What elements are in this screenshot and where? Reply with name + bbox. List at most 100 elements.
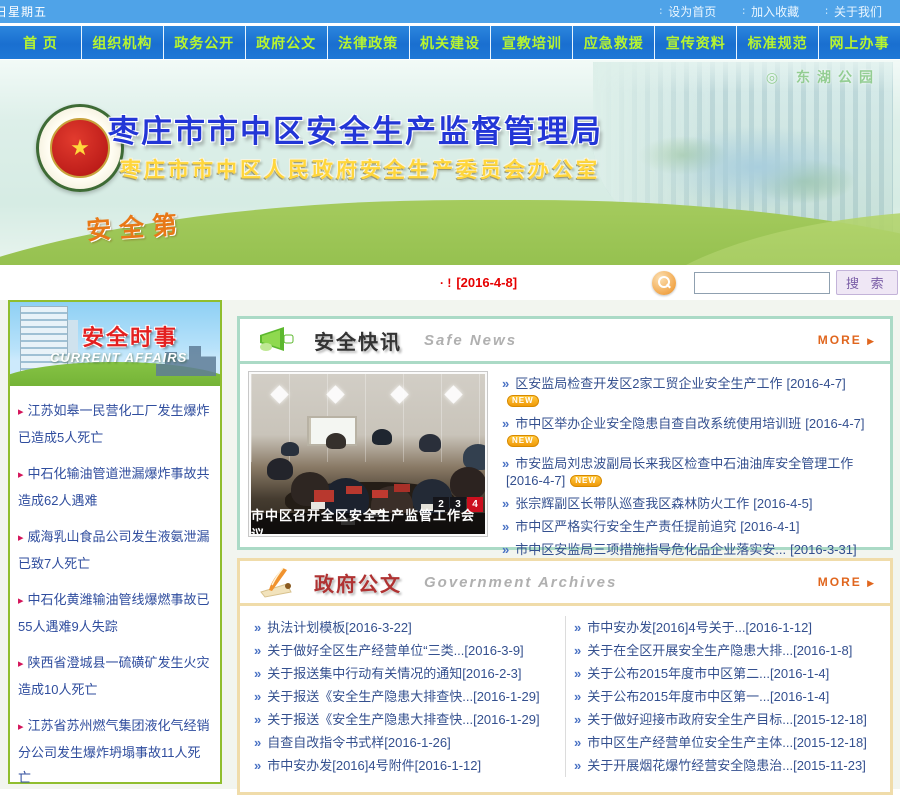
- news-item-text: 市中区举办企业安全隐患自查自改系统使用培训班: [515, 416, 801, 431]
- nav-item[interactable]: 宣教培训: [491, 26, 573, 59]
- sidebar-header-image: 安全时事 CURRENT AFFAIRS: [10, 302, 220, 386]
- news-ticker[interactable]: · ! [2016-4-8]: [440, 275, 517, 290]
- news-list-item[interactable]: »市中区举办企业安全隐患自查自改系统使用培训班[2016-4-7]NEW: [502, 412, 884, 452]
- sidebar-subtitle: CURRENT AFFAIRS: [50, 350, 187, 365]
- topbar-link[interactable]: ∶ 设为首页: [659, 3, 716, 20]
- news-photo-slideshow[interactable]: 2 3 4 市中区召开全区安全生产监管工作会议: [248, 371, 488, 537]
- doc-list-item[interactable]: »关于公布2015年度市中区第一...[2016-1-4]: [574, 685, 876, 708]
- sidebar-news-item[interactable]: ▸中石化黄潍输油管线爆燃事故已55人遇难9人失踪: [18, 587, 212, 639]
- sidebar-news-text: 中石化黄潍输油管线爆燃事故已55人遇难9人失踪: [18, 592, 210, 634]
- nav-item[interactable]: 宣传资料: [655, 26, 737, 59]
- section-safe-news: 安全快讯 Safe News MORE ▶ 2: [237, 316, 893, 550]
- date-text: 日星期五: [0, 3, 47, 20]
- doc-item-text: 市中安办发[2016]4号关于...: [587, 620, 745, 635]
- safe-news-more-link[interactable]: MORE ▶: [818, 333, 876, 347]
- nav-item[interactable]: 网上办事: [819, 26, 900, 59]
- doc-item-text: 关于开展烟花爆竹经营安全隐患治...: [587, 758, 793, 773]
- news-list-item[interactable]: »市安监局刘忠波副局长来我区检查中石油油库安全管理工作[2016-4-7]NEW: [502, 452, 884, 492]
- doc-item-text: 关于报送集中行动有关情况的通知: [267, 666, 462, 681]
- chevron-bullet-icon: »: [254, 712, 261, 727]
- sidebar-news-item[interactable]: ▸中石化输油管道泄漏爆炸事故共造成62人遇难: [18, 461, 212, 513]
- doc-item-text: 自查自改指令书式样: [267, 735, 384, 750]
- news-item-date: [2016-4-7]: [506, 473, 565, 488]
- top-utility-bar: 日星期五 ∶ 设为首页 ∶ 加入收藏 ∶ 关于我们: [0, 0, 900, 23]
- doc-list-item[interactable]: »关于公布2015年度市中区第二...[2016-1-4]: [574, 662, 876, 685]
- nav-item-label: 政务公开: [174, 33, 234, 53]
- quill-pen-icon: [256, 566, 300, 598]
- sidebar-news-item[interactable]: ▸威海乳山食品公司发生液氨泄漏已致7人死亡: [18, 524, 212, 576]
- nav-item[interactable]: 政府公文: [246, 26, 328, 59]
- nav-item[interactable]: 政务公开: [164, 26, 246, 59]
- more-label: MORE: [818, 575, 862, 589]
- chevron-bullet-icon: »: [254, 758, 261, 773]
- new-badge: NEW: [570, 475, 602, 487]
- topbar-link-label: 加入收藏: [751, 3, 799, 20]
- chevron-bullet-icon: »: [254, 689, 261, 704]
- topbar-link-label: 设为首页: [668, 3, 716, 20]
- doc-item-text: 执法计划模板: [267, 620, 345, 635]
- doc-list-right: »市中安办发[2016]4号关于...[2016-1-12] »关于在全区开展安…: [565, 616, 884, 777]
- sidebar-news-text: 江苏省苏州燃气集团液化气经销分公司发生爆炸坍塌事故11人死亡: [18, 718, 210, 785]
- doc-list-item[interactable]: »执法计划模板[2016-3-22]: [254, 616, 557, 639]
- topbar-link[interactable]: ∶ 加入收藏: [742, 3, 799, 20]
- sidebar-news-text: 威海乳山食品公司发生液氨泄漏已致7人死亡: [18, 529, 210, 571]
- doc-list-item[interactable]: »关于在全区开展安全生产隐患大排...[2016-1-8]: [574, 639, 876, 662]
- safe-news-subtitle: Safe News: [424, 332, 517, 349]
- doc-list-item[interactable]: »关于开展烟花爆竹经营安全隐患治...[2015-11-23]: [574, 754, 876, 777]
- nav-item[interactable]: 机关建设: [410, 26, 492, 59]
- doc-list-item[interactable]: »自查自改指令书式样[2016-1-26]: [254, 731, 557, 754]
- doc-list-item[interactable]: »关于报送集中行动有关情况的通知[2016-2-3]: [254, 662, 557, 685]
- photo-caption[interactable]: 市中区召开全区安全生产监管工作会议: [251, 513, 485, 534]
- doc-list-item[interactable]: »关于报送《安全生产隐患大排查快...[2016-1-29]: [254, 685, 557, 708]
- sidebar-news-item[interactable]: ▸江苏省苏州燃气集团液化气经销分公司发生爆炸坍塌事故11人死亡: [18, 713, 212, 790]
- safety-slogan: 安全第: [85, 205, 186, 248]
- nav-item[interactable]: 标准规范: [737, 26, 819, 59]
- gov-archives-more-link[interactable]: MORE ▶: [818, 575, 876, 589]
- doc-list-item[interactable]: »市中安办发[2016]4号关于...[2016-1-12]: [574, 616, 876, 639]
- nav-item-label: 政府公文: [256, 33, 316, 53]
- doc-list-item[interactable]: »市中安办发[2016]4号附件[2016-1-12]: [254, 754, 557, 777]
- doc-item-date: [2016-1-29]: [473, 712, 540, 727]
- news-item-text: 区安监局检查开发区2家工贸企业安全生产工作: [515, 376, 782, 391]
- doc-list-item[interactable]: »市中区生产经营单位安全生产主体...[2015-12-18]: [574, 731, 876, 754]
- safe-news-title: 安全快讯: [314, 326, 402, 355]
- nav-item-label: 宣教培训: [502, 33, 562, 53]
- doc-list-item[interactable]: »关于报送《安全生产隐患大排查快...[2016-1-29]: [254, 708, 557, 731]
- sidebar-news-item[interactable]: ▸陕西省澄城县一硫磺矿发生火灾造成10人死亡: [18, 650, 212, 702]
- topbar-link[interactable]: ∶ 关于我们: [825, 3, 882, 20]
- news-item-date: [2016-4-5]: [753, 496, 812, 511]
- doc-list-item[interactable]: »关于做好迎接市政府安全生产目标...[2015-12-18]: [574, 708, 876, 731]
- doc-item-date: [2016-1-12]: [415, 758, 482, 773]
- dot-separator-icon: ∶: [742, 5, 745, 18]
- chevron-bullet-icon: »: [502, 519, 509, 534]
- nav-item[interactable]: 法律政策: [328, 26, 410, 59]
- news-list-item[interactable]: »市中区严格实行安全生产责任提前追究[2016-4-1]: [502, 515, 884, 538]
- doc-list-left: »执法计划模板[2016-3-22] »关于做好全区生产经营单位“三类...[2…: [246, 616, 565, 777]
- news-item-date: [2016-4-7]: [786, 376, 845, 391]
- gov-archives-header: 政府公文 Government Archives MORE ▶: [240, 561, 890, 606]
- news-list-item[interactable]: »区安监局检查开发区2家工贸企业安全生产工作[2016-4-7]NEW: [502, 372, 884, 412]
- site-title: 枣庄市市中区安全生产监督管理局: [108, 106, 603, 151]
- sidebar-news-item[interactable]: ▸江苏如皋一民营化工厂发生爆炸已造成5人死亡: [18, 398, 212, 450]
- news-list-item[interactable]: »张宗辉副区长带队巡查我区森林防火工作[2016-4-5]: [502, 492, 884, 515]
- nav-item[interactable]: 首 页: [0, 26, 82, 59]
- safe-news-list: » 区安监局检查开发区2家工贸企业安全生产工作 [2016-4-7] NEW »市中区…: [502, 370, 884, 584]
- doc-list-item[interactable]: »关于做好全区生产经营单位“三类...[2016-3-9]: [254, 639, 557, 662]
- nav-item[interactable]: 应急救援: [573, 26, 655, 59]
- nav-item-label: 法律政策: [338, 33, 398, 53]
- chevron-bullet-icon: »: [574, 666, 581, 681]
- chevron-bullet-icon: »: [574, 689, 581, 704]
- triangle-bullet-icon: ▸: [18, 406, 24, 418]
- main-navigation: 首 页 组织机构 政务公开 政府公文 法律政策 机关建设 宣教培训 应急救援 宣…: [0, 26, 900, 59]
- doc-item-date: [2016-1-29]: [473, 689, 540, 704]
- site-subtitle: 枣庄市市中区人民政府安全生产委员会办公室: [120, 154, 600, 184]
- search-button[interactable]: 搜 索: [836, 270, 898, 295]
- nav-item[interactable]: 组织机构: [82, 26, 164, 59]
- doc-item-date: [2015-12-18]: [793, 712, 867, 727]
- triangle-bullet-icon: ▸: [18, 469, 24, 481]
- doc-item-date: [2016-1-12]: [745, 620, 812, 635]
- search-input[interactable]: [694, 272, 830, 294]
- megaphone-icon: [256, 324, 300, 356]
- meeting-photo: 2 3 4 市中区召开全区安全生产监管工作会议: [251, 374, 485, 534]
- news-item-text: 市中区严格实行安全生产责任提前追究: [515, 519, 736, 534]
